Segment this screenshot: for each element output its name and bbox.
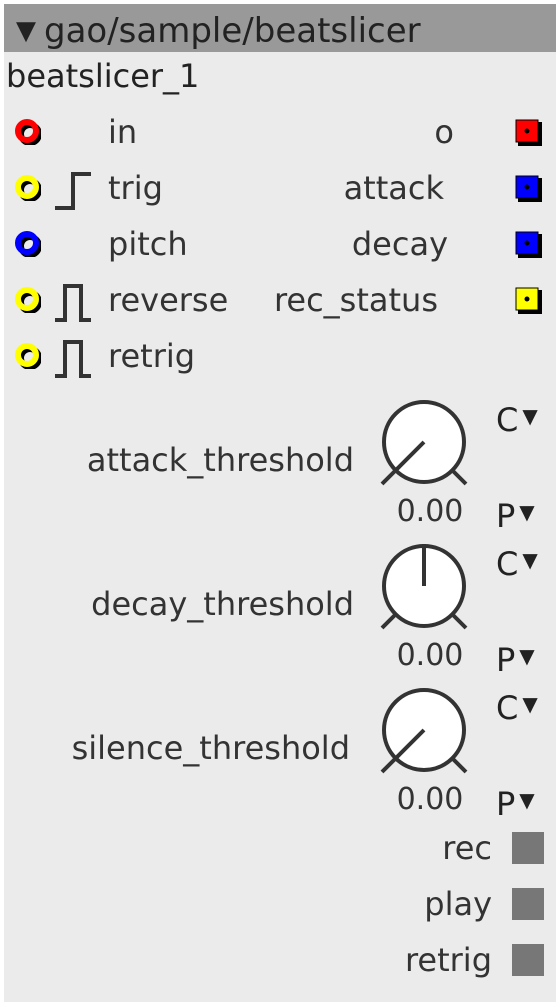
triangle-down-icon: ▼	[519, 500, 535, 524]
instance-name[interactable]: beatslicer_1	[6, 52, 199, 100]
triangle-down-icon: ▼	[522, 404, 538, 428]
param-label-decay-threshold: decay_threshold	[91, 585, 354, 623]
rising-edge-icon	[55, 172, 91, 210]
rec-toggle-button[interactable]	[512, 832, 544, 864]
inlet-retrig-connector[interactable]	[15, 343, 41, 369]
inlet-trig-connector[interactable]	[15, 175, 41, 201]
button-label-rec: rec	[442, 829, 492, 867]
inlet-label-trig: trig	[108, 169, 163, 207]
knob-attack-threshold[interactable]	[378, 398, 474, 494]
pulse-icon	[55, 340, 91, 378]
param-menu-c-label: C	[496, 689, 519, 727]
object-title-row: ▼ gao/sample/beatslicer	[16, 8, 421, 54]
outlet-attack-connector[interactable]	[514, 174, 542, 202]
triangle-down-icon: ▼	[519, 644, 535, 668]
inlet-label-retrig: retrig	[108, 337, 196, 375]
button-label-play: play	[424, 885, 492, 923]
inlet-label-pitch: pitch	[108, 225, 188, 263]
object-titlebar[interactable]: ▼ gao/sample/beatslicer	[4, 4, 556, 52]
outlet-label-attack: attack	[343, 169, 444, 207]
triangle-down-icon[interactable]: ▼	[16, 16, 36, 46]
param-label-silence-threshold: silence_threshold	[71, 729, 350, 767]
param-value-attack-threshold: 0.00	[396, 494, 464, 529]
param-value-silence-threshold: 0.00	[396, 782, 464, 817]
outlet-rec-status-connector[interactable]	[514, 286, 542, 314]
inlet-label-reverse: reverse	[108, 281, 229, 319]
param-menu-p-silence-threshold[interactable]: P ▼	[496, 782, 535, 822]
outlet-label-decay: decay	[351, 225, 448, 263]
retrig-toggle-button[interactable]	[512, 944, 544, 976]
knob-decay-threshold[interactable]	[378, 542, 474, 638]
inlet-pitch-connector[interactable]	[15, 231, 41, 257]
triangle-down-icon: ▼	[522, 548, 538, 572]
param-menu-c-label: C	[496, 545, 519, 583]
play-toggle-button[interactable]	[512, 888, 544, 920]
triangle-down-icon: ▼	[519, 788, 535, 812]
object-title: gao/sample/beatslicer	[44, 11, 421, 51]
inlet-label-in: in	[108, 113, 138, 151]
param-menu-p-decay-threshold[interactable]: P ▼	[496, 638, 535, 678]
param-menu-c-decay-threshold[interactable]: C ▼	[496, 542, 538, 582]
triangle-down-icon: ▼	[522, 692, 538, 716]
pulse-icon	[55, 284, 91, 322]
button-label-retrig: retrig	[404, 941, 492, 979]
param-menu-p-label: P	[496, 497, 516, 535]
param-menu-c-silence-threshold[interactable]: C ▼	[496, 686, 538, 726]
outlet-o-connector[interactable]	[514, 118, 542, 146]
param-menu-p-attack-threshold[interactable]: P ▼	[496, 494, 535, 534]
param-menu-c-attack-threshold[interactable]: C ▼	[496, 398, 538, 438]
inlet-in-connector[interactable]	[15, 119, 41, 145]
param-menu-c-label: C	[496, 401, 519, 439]
outlet-label-rec-status: rec_status	[273, 281, 438, 319]
param-menu-p-label: P	[496, 641, 516, 679]
outlet-decay-connector[interactable]	[514, 230, 542, 258]
inlet-reverse-connector[interactable]	[15, 287, 41, 313]
param-value-decay-threshold: 0.00	[396, 638, 464, 673]
param-menu-p-label: P	[496, 785, 516, 823]
param-label-attack-threshold: attack_threshold	[86, 441, 354, 479]
outlet-label-o: o	[434, 113, 454, 151]
knob-silence-threshold[interactable]	[378, 686, 474, 782]
